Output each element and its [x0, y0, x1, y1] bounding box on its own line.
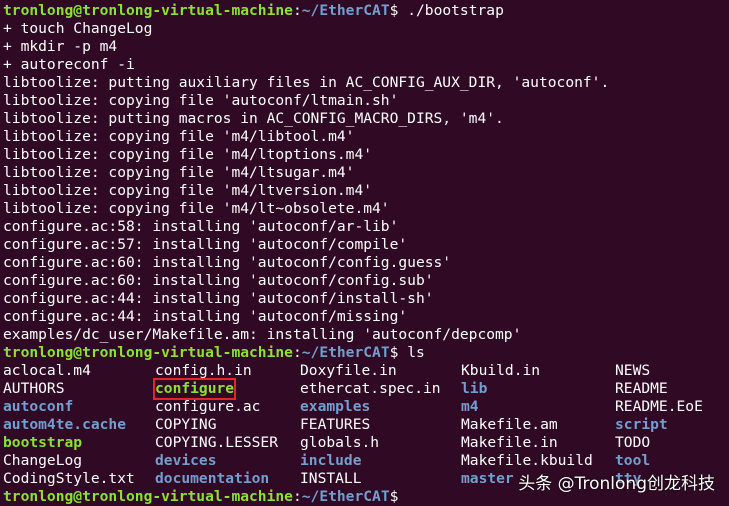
ls-entry: tool	[615, 452, 651, 469]
prompt-user-host: tronlong@tronlong-virtual-machine	[3, 344, 293, 361]
prompt-path: ~/EtherCAT	[301, 488, 390, 505]
ls-entry: TODO	[615, 434, 651, 451]
prompt-separator: :	[292, 2, 302, 19]
ls-row: autom4te.cache COPYING FEATURES Makefile.am…	[3, 416, 729, 434]
prompt-path: ~/EtherCAT	[301, 2, 390, 19]
ls-entry: Makefile.am	[461, 416, 558, 433]
prompt-separator: :	[292, 344, 302, 361]
ls-entry: Makefile.in	[461, 434, 558, 451]
ls-entry: FEATURES	[300, 416, 371, 433]
ls-row: autoconf configure.ac examples m4 README.EoE	[3, 398, 729, 416]
watermark-text: 头条 @Tronlong创龙科技	[518, 474, 715, 494]
ls-entry: AUTHORS	[3, 380, 65, 397]
ls-entry: NEWS	[615, 362, 651, 379]
ls-entry: README	[615, 380, 668, 397]
prompt-user-host: tronlong@tronlong-virtual-machine	[3, 2, 293, 19]
output-line: configure.ac:60: installing 'autoconf/co…	[3, 272, 434, 289]
prompt-line-2: tronlong@tronlong-virtual-machine:~/Ethe…	[3, 344, 729, 362]
output-line: libtoolize: copying file 'm4/ltoptions.m…	[3, 146, 373, 163]
prompt-separator: :	[292, 488, 302, 505]
output-line: configure.ac:58: installing 'autoconf/ar…	[3, 218, 399, 235]
ls-entry: CodingStyle.txt	[3, 470, 135, 487]
ls-entry: ethercat.spec.in	[300, 380, 441, 397]
output-line: configure.ac:57: installing 'autoconf/co…	[3, 236, 408, 253]
command-text: ./bootstrap	[398, 2, 504, 19]
terminal-window[interactable]: tronlong@tronlong-virtual-machine:~/Ethe…	[3, 2, 729, 506]
ls-entry: aclocal.m4	[3, 362, 91, 379]
output-line: + mkdir -p m4	[3, 38, 118, 55]
ls-entry: Doxyfile.in	[300, 362, 397, 379]
ls-entry: bootstrap	[3, 434, 83, 451]
command-text: ls	[398, 344, 425, 361]
ls-row: AUTHORS configure ethercat.spec.in lib READM…	[3, 378, 729, 400]
output-line: libtoolize: copying file 'm4/lt~obsolete…	[3, 200, 390, 217]
output-line: libtoolize: copying file 'm4/libtool.m4'	[3, 128, 355, 145]
ls-entry: globals.h	[300, 434, 380, 451]
prompt-user-host: tronlong@tronlong-virtual-machine	[3, 488, 293, 505]
ls-entry: Kbuild.in	[461, 362, 541, 379]
prompt-line-1: tronlong@tronlong-virtual-machine:~/Ethe…	[3, 2, 729, 20]
output-line: + touch ChangeLog	[3, 20, 153, 37]
ls-entry: INSTALL	[300, 470, 362, 487]
ls-entry: config.h.in	[155, 362, 252, 379]
output-line: configure.ac:44: installing 'autoconf/mi…	[3, 308, 408, 325]
prompt-symbol: $	[389, 488, 399, 505]
ls-entry: examples	[300, 398, 371, 415]
ls-row: ChangeLog devices include Makefile.kbuild to…	[3, 452, 729, 470]
output-line: configure.ac:60: installing 'autoconf/co…	[3, 254, 452, 271]
ls-entry: lib	[461, 380, 488, 397]
prompt-path: ~/EtherCAT	[301, 344, 390, 361]
ls-entry: m4	[461, 398, 479, 415]
ls-entry: COPYING	[155, 416, 217, 433]
output-line: examples/dc_user/Makefile.am: installing…	[3, 326, 522, 343]
ls-entry: ChangeLog	[3, 452, 83, 469]
ls-entry: script	[615, 416, 668, 433]
ls-entry: autoconf	[3, 398, 74, 415]
output-line: libtoolize: putting macros in AC_CONFIG_…	[3, 110, 504, 127]
ls-entry: include	[300, 452, 362, 469]
ls-entry: Makefile.kbuild	[461, 452, 593, 469]
ls-entry: autom4te.cache	[3, 416, 127, 433]
output-line: libtoolize: putting auxiliary files in A…	[3, 74, 610, 91]
ls-entry: devices	[155, 452, 217, 469]
ls-entry-highlighted: configure	[152, 378, 237, 400]
output-line: libtoolize: copying file 'autoconf/ltmai…	[3, 92, 399, 109]
output-line: libtoolize: copying file 'm4/ltversion.m…	[3, 182, 373, 199]
ls-entry: configure.ac	[155, 398, 261, 415]
output-line: configure.ac:44: installing 'autoconf/in…	[3, 290, 434, 307]
ls-row: aclocal.m4 config.h.in Doxyfile.in Kbuild.i…	[3, 362, 729, 380]
ls-entry: README.EoE	[615, 398, 703, 415]
ls-entry: documentation	[155, 470, 270, 487]
output-line: libtoolize: copying file 'm4/ltsugar.m4'	[3, 164, 355, 181]
output-line: + autoreconf -i	[3, 56, 135, 73]
ls-entry: COPYING.LESSER	[155, 434, 279, 451]
ls-entry: master	[461, 470, 514, 487]
ls-row: bootstrap COPYING.LESSER globals.h Makefile…	[3, 434, 729, 452]
